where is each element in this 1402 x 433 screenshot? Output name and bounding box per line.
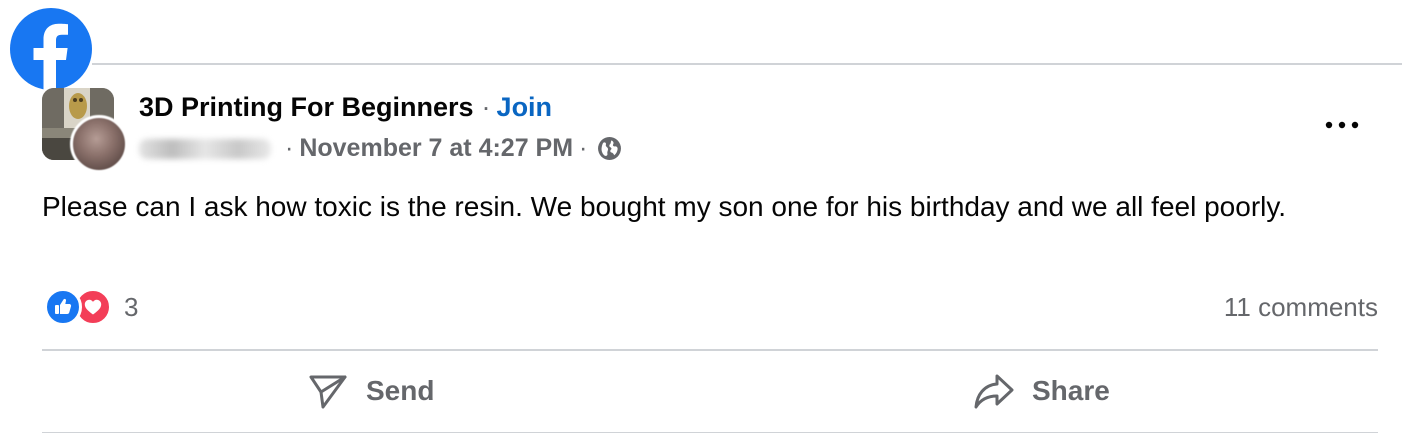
globe-icon bbox=[598, 137, 622, 160]
post-timestamp[interactable]: November 7 at 4:27 PM bbox=[299, 134, 573, 163]
post-meta: · November 7 at 4:27 PM · bbox=[139, 134, 622, 163]
more-options-icon[interactable] bbox=[1322, 114, 1362, 136]
share-button[interactable]: Share bbox=[974, 365, 1110, 417]
reaction-count[interactable]: 3 bbox=[124, 292, 138, 323]
post-avatar-group[interactable] bbox=[42, 88, 128, 173]
actions-divider-top bbox=[42, 349, 1378, 351]
header-divider bbox=[92, 63, 1402, 65]
meta-separator: · bbox=[285, 134, 294, 162]
like-icon bbox=[44, 288, 82, 326]
meta-separator: · bbox=[579, 134, 588, 162]
comments-count-link[interactable]: 11 comments bbox=[1224, 292, 1378, 323]
group-name-link[interactable]: 3D Printing For Beginners bbox=[139, 92, 474, 122]
reactions-summary[interactable]: 3 bbox=[44, 287, 138, 327]
title-separator: · bbox=[481, 92, 491, 122]
author-name-redacted[interactable] bbox=[139, 138, 271, 159]
join-button[interactable]: Join bbox=[497, 92, 553, 122]
send-icon bbox=[309, 375, 347, 409]
share-label: Share bbox=[1032, 375, 1110, 406]
author-avatar[interactable] bbox=[70, 115, 128, 173]
facebook-logo-icon[interactable] bbox=[10, 8, 92, 90]
post-body-text: Please can I ask how toxic is the resin.… bbox=[42, 191, 1287, 222]
send-button[interactable]: Send bbox=[308, 365, 434, 417]
post-header-title: 3D Printing For Beginners · Join bbox=[139, 92, 552, 123]
share-icon bbox=[974, 374, 1014, 409]
send-label: Send bbox=[366, 375, 435, 406]
